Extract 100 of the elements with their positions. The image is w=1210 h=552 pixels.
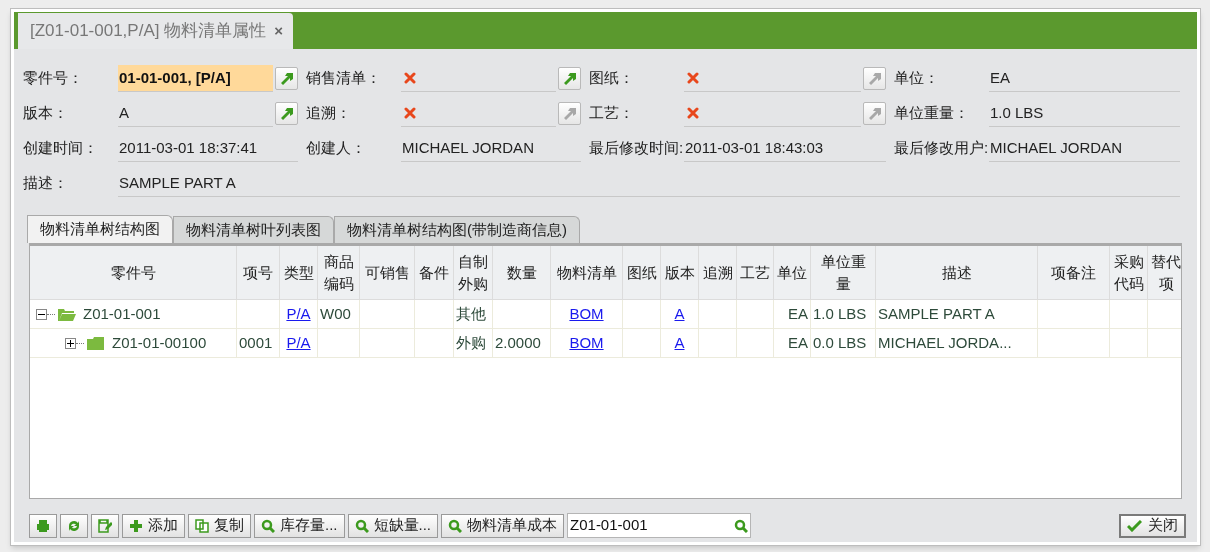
- table-cell-text: 0001: [239, 332, 273, 353]
- field-label: 销售清单：: [306, 68, 382, 89]
- search-icon: [354, 518, 369, 533]
- table-cell-text: SAMPLE PART A: [878, 303, 995, 324]
- cell-link[interactable]: BOM: [569, 331, 604, 355]
- open-link-button[interactable]: [275, 67, 298, 90]
- plus-icon: [129, 518, 143, 533]
- field-value: 2011-03-01 18:37:41: [118, 135, 298, 162]
- field-label: 版本：: [23, 103, 69, 124]
- table-cell-text: EA: [788, 303, 808, 324]
- arrow-icon: [279, 71, 294, 86]
- table-cell-text: 0.0 LBS: [813, 332, 867, 353]
- field-value: 2011-03-01 18:43:03: [684, 135, 886, 162]
- column-header: 数量: [506, 262, 537, 283]
- column-header: 工艺: [740, 262, 770, 283]
- field-value: EA: [989, 65, 1180, 92]
- check-icon: [1127, 519, 1142, 532]
- cell-link[interactable]: A: [674, 302, 685, 326]
- table-cell-text: 2.0000: [495, 332, 541, 353]
- tab-title: [Z01-01-001,P/A] 物料清单属性: [30, 20, 267, 43]
- search-icon: [448, 518, 463, 533]
- column-header: 项备注: [1051, 262, 1096, 283]
- column-header: 自制外购: [457, 251, 489, 294]
- open-folder-icon: [57, 306, 77, 322]
- view-tab[interactable]: 物料清单树结构图: [27, 215, 173, 243]
- toolbar-button[interactable]: 物料清单成本: [441, 513, 565, 538]
- field-value: MICHAEL JORDAN: [401, 135, 581, 162]
- column-header: 零件号: [110, 262, 156, 283]
- toolbar-button[interactable]: [60, 513, 88, 538]
- table-cell-text: 1.0 LBS: [813, 303, 867, 324]
- expand-toggle[interactable]: [65, 337, 76, 349]
- column-header: 追溯: [702, 262, 733, 283]
- field-label: 图纸：: [589, 68, 635, 89]
- column-header: 版本: [664, 262, 695, 283]
- toolbar-button[interactable]: [91, 513, 119, 538]
- part-number: Z01-01-00100: [112, 332, 207, 353]
- column-header: 备件: [419, 262, 449, 283]
- table-cell-text: EA: [788, 332, 808, 353]
- column-header: 采购代码: [1113, 251, 1144, 294]
- column-header: 图纸: [626, 262, 657, 283]
- column-header: 单位重量: [819, 251, 867, 294]
- field-value: A: [118, 100, 273, 127]
- tree-row[interactable]: Z01-01-00100 0001 P/A 外购 2.0000 BOM A EA 0.0 LBS MICHAEL JORDA...: [30, 329, 1181, 358]
- table-cell-text: 外购: [456, 332, 486, 353]
- close-button[interactable]: 关闭: [1119, 513, 1186, 538]
- field-label: 最后修改时间:: [589, 138, 684, 159]
- column-header: 替代项: [1151, 251, 1181, 294]
- field-label: 最后修改用户:: [894, 138, 989, 159]
- open-link-button[interactable]: [558, 67, 581, 90]
- field-value: 01-01-001, [P/A]: [118, 65, 273, 92]
- copy-icon: [195, 518, 209, 533]
- field-value: MICHAEL JORDAN: [989, 135, 1180, 162]
- part-number: Z01-01-001: [83, 303, 161, 324]
- cell-link[interactable]: A: [674, 331, 685, 355]
- arrow-icon: [562, 106, 577, 121]
- search-icon: [261, 518, 275, 533]
- field-label: 单位重量：: [894, 103, 970, 124]
- field-value: 1.0 LBS: [989, 100, 1180, 127]
- arrow-icon: [867, 106, 882, 121]
- view-tab[interactable]: 物料清单树叶列表图: [173, 216, 334, 243]
- field-label: 单位：: [894, 68, 940, 89]
- printer-icon: [36, 518, 50, 533]
- field-label: 创建时间：: [23, 138, 99, 159]
- field-label: 追溯：: [306, 103, 352, 124]
- field-label: 工艺：: [589, 103, 635, 124]
- view-tab[interactable]: 物料清单树结构图(带制造商信息): [334, 216, 580, 243]
- cell-link[interactable]: P/A: [286, 302, 311, 326]
- toolbar-button[interactable]: [29, 513, 57, 538]
- arrow-icon: [867, 71, 882, 86]
- arrow-icon: [279, 106, 294, 121]
- cell-link[interactable]: BOM: [569, 302, 604, 326]
- edit-icon: [98, 518, 112, 533]
- column-header: 项号: [243, 262, 273, 283]
- toolbar-button[interactable]: 复制: [188, 513, 251, 538]
- arrow-icon: [562, 71, 577, 86]
- column-header: 描述: [941, 262, 972, 283]
- search-field[interactable]: Z01-01-001: [567, 513, 752, 538]
- column-header: 物料清单: [556, 262, 617, 283]
- toolbar-button[interactable]: 短缺量...: [347, 513, 439, 538]
- collapse-toggle[interactable]: [36, 308, 47, 320]
- folder-icon: [86, 335, 106, 351]
- search-icon: [734, 518, 749, 533]
- toolbar-button[interactable]: 库存量...: [254, 513, 345, 538]
- field-label: 创建人：: [306, 138, 367, 159]
- open-link-button[interactable]: [275, 102, 298, 125]
- toolbar-button[interactable]: 添加: [122, 513, 185, 538]
- field-label: 零件号：: [23, 68, 84, 89]
- refresh-icon: [67, 518, 81, 533]
- cell-link[interactable]: P/A: [286, 331, 311, 355]
- field-label: 描述：: [23, 173, 69, 194]
- table-cell-text: 其他: [456, 303, 486, 324]
- tree-row[interactable]: Z01-01-001 P/A W00 其他 BOM A EA 1.0 LBS SAMPLE PART A: [30, 300, 1181, 329]
- column-header: 单位: [777, 262, 807, 283]
- column-header: 可销售: [364, 262, 410, 283]
- column-header: 类型: [283, 262, 314, 283]
- column-header: 商品编码: [322, 251, 355, 294]
- field-value: SAMPLE PART A: [118, 170, 1180, 197]
- close-tab-button[interactable]: ×: [274, 19, 283, 43]
- table-cell-text: MICHAEL JORDA...: [878, 332, 1012, 353]
- table-cell-text: W00: [320, 303, 351, 324]
